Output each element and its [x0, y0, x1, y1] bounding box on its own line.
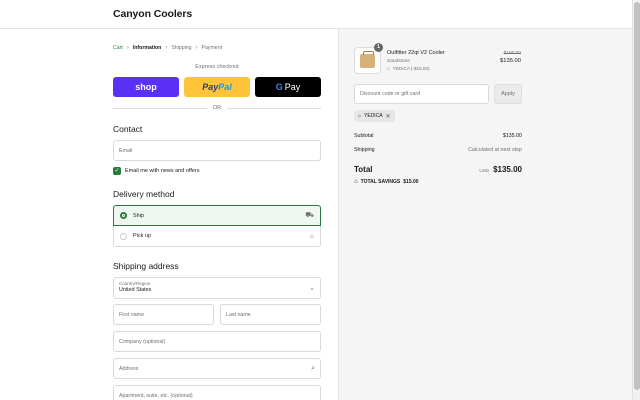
- or-label: OR: [212, 105, 222, 111]
- email-placeholder: Email: [119, 147, 133, 154]
- newsletter-label: Email me with news and offers: [125, 168, 200, 174]
- country-select[interactable]: Country/Region United States ⌄: [113, 277, 321, 299]
- paypal-logo: PayPal: [202, 82, 232, 92]
- first-name-field[interactable]: First name: [113, 304, 214, 325]
- pickup-radio[interactable]: [120, 232, 127, 240]
- scrollbar-thumb[interactable]: [634, 2, 640, 390]
- product-name: Outfitter 22qt V2 Cooler: [387, 50, 445, 56]
- breadcrumb-shipping: Shipping: [171, 45, 192, 51]
- applied-code: YEDICA: [364, 113, 383, 119]
- tag-icon: ⌂: [358, 113, 362, 119]
- apply-button[interactable]: Apply: [494, 84, 522, 104]
- google-pay-label: Pay: [284, 82, 301, 92]
- breadcrumb-information: Information: [132, 45, 162, 51]
- product-discount: ⌂ YEDICA (-$15.00): [387, 66, 430, 71]
- store-name[interactable]: Canyon Coolers: [113, 8, 192, 20]
- product-price: $135.00: [500, 58, 521, 64]
- last-name-field[interactable]: Last name: [220, 304, 321, 325]
- chevron-right-icon: ›: [165, 45, 168, 51]
- shop-pay-button[interactable]: shop: [113, 77, 179, 97]
- breadcrumb-payment: Payment: [201, 45, 223, 51]
- currency-code: USD: [479, 168, 490, 173]
- applied-discount-chip: ⌂ YEDICA ✕: [354, 110, 395, 122]
- cooler-image: [360, 50, 375, 68]
- newsletter-checkbox[interactable]: ✓: [113, 167, 121, 175]
- store-icon: ⌂: [309, 232, 314, 240]
- last-name-placeholder: Last name: [226, 311, 251, 318]
- scrollbar[interactable]: [632, 0, 640, 400]
- product-discount-label: YEDICA (-$15.00): [392, 66, 430, 71]
- chevron-right-icon: ›: [126, 45, 129, 51]
- breadcrumb: Cart › Information › Shipping › Payment: [113, 45, 222, 51]
- chevron-down-icon: ⌄: [309, 285, 315, 292]
- product-original-price: $150.00: [503, 51, 521, 56]
- email-field[interactable]: Email: [113, 140, 321, 161]
- total-row: Total USD $135.00: [354, 165, 522, 174]
- shipping-value: Calculated at next step: [468, 147, 522, 153]
- tag-icon: ⌂: [387, 66, 390, 71]
- apartment-field[interactable]: Apartment, suite, etc. (optional): [113, 385, 321, 400]
- header: Canyon Coolers: [0, 0, 632, 29]
- tag-icon: ⌂: [354, 179, 358, 185]
- google-pay-button[interactable]: G Pay: [255, 77, 321, 97]
- savings-label: TOTAL SAVINGS: [360, 179, 401, 185]
- shipping-row: Shipping Calculated at next step: [354, 147, 522, 153]
- company-placeholder: Company (optional): [119, 338, 166, 345]
- express-checkout-label: Express checkout: [195, 64, 239, 70]
- delivery-heading: Delivery method: [113, 189, 175, 199]
- chevron-right-icon: ›: [195, 45, 198, 51]
- first-name-placeholder: First name: [119, 311, 145, 318]
- delivery-option-ship[interactable]: Ship ⛟: [113, 205, 321, 226]
- discount-code-input[interactable]: Discount code or gift card: [354, 84, 489, 104]
- country-label: Country/Region: [119, 281, 151, 286]
- total-value: $135.00: [493, 165, 522, 174]
- savings-value: $15.00: [403, 179, 419, 185]
- product-variant: Sandstone: [387, 59, 410, 64]
- subtotal-label: Subtotal: [354, 133, 374, 139]
- or-divider: OR: [113, 104, 321, 112]
- company-field[interactable]: Company (optional): [113, 331, 321, 352]
- country-value: United States: [119, 287, 152, 293]
- paypal-button[interactable]: PayPal: [184, 77, 250, 97]
- apartment-placeholder: Apartment, suite, etc. (optional): [119, 392, 193, 399]
- order-summary: 1 Outfitter 22qt V2 Cooler Sandstone ⌂ Y…: [338, 29, 632, 400]
- checkout-main: Cart › Information › Shipping › Payment …: [0, 29, 338, 400]
- subtotal-value: $135.00: [502, 133, 522, 139]
- discount-placeholder: Discount code or gift card: [360, 91, 421, 97]
- google-g-icon: G: [275, 82, 283, 92]
- shop-pay-logo: shop: [135, 82, 157, 92]
- shipping-label: Shipping: [354, 147, 375, 153]
- shipping-address-heading: Shipping address: [113, 261, 179, 271]
- search-icon: ⌕: [311, 364, 315, 372]
- newsletter-row[interactable]: ✓ Email me with news and offers: [113, 167, 200, 175]
- total-label: Total: [354, 165, 373, 174]
- truck-icon: ⛟: [305, 212, 314, 219]
- ship-label: Ship: [133, 212, 145, 219]
- subtotal-row: Subtotal $135.00: [354, 133, 522, 139]
- address-placeholder: Address: [119, 365, 139, 372]
- ship-radio[interactable]: [120, 212, 127, 219]
- breadcrumb-cart[interactable]: Cart: [113, 45, 123, 51]
- quantity-badge: 1: [374, 43, 383, 52]
- delivery-option-pickup[interactable]: Pick up ⌂: [113, 226, 321, 247]
- total-savings-row: ⌂ TOTAL SAVINGS $15.00: [354, 179, 419, 185]
- remove-discount-icon[interactable]: ✕: [386, 113, 391, 120]
- pickup-label: Pick up: [133, 233, 152, 239]
- address-field[interactable]: Address ⌕: [113, 358, 321, 379]
- contact-heading: Contact: [113, 124, 143, 134]
